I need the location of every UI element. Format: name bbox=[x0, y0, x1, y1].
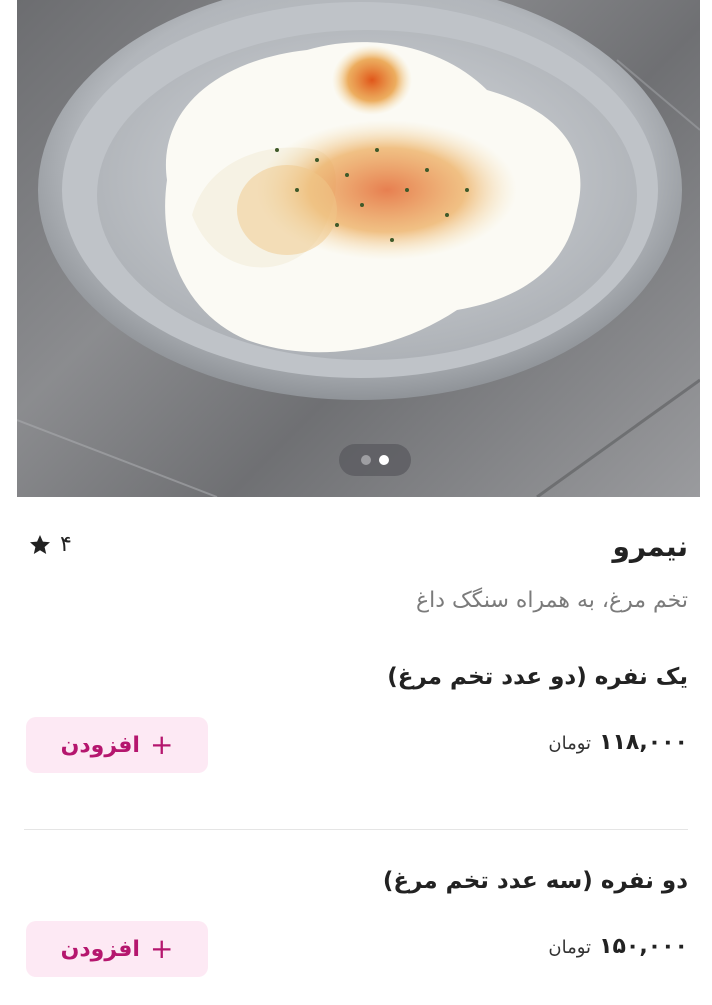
add-button-label: افزودن bbox=[60, 936, 140, 962]
price-currency: تومان bbox=[548, 733, 592, 754]
carousel-dot-2[interactable] bbox=[379, 455, 389, 465]
product-description: تخم مرغ، به همراه سنگک داغ bbox=[415, 588, 688, 613]
plus-icon: + bbox=[149, 728, 174, 761]
option-price: ۱۵۰,۰۰۰ تومان bbox=[548, 934, 688, 959]
product-rating: ۴ bbox=[28, 532, 72, 557]
price-amount: ۱۱۸,۰۰۰ bbox=[599, 730, 688, 755]
add-button-label: افزودن bbox=[60, 732, 140, 758]
product-title: نیمرو bbox=[612, 530, 688, 563]
product-image bbox=[17, 0, 700, 497]
price-currency: تومان bbox=[548, 937, 592, 958]
star-icon bbox=[30, 534, 50, 554]
option-name: یک نفره (دو عدد تخم مرغ) bbox=[387, 664, 688, 690]
price-amount: ۱۵۰,۰۰۰ bbox=[599, 934, 688, 959]
option-price: ۱۱۸,۰۰۰ تومان bbox=[548, 730, 688, 755]
divider bbox=[24, 829, 688, 830]
add-button[interactable]: + افزودن bbox=[26, 921, 208, 977]
carousel-dot-1[interactable] bbox=[361, 455, 371, 465]
plus-icon: + bbox=[149, 932, 174, 965]
product-image-carousel[interactable] bbox=[17, 0, 700, 497]
add-button[interactable]: + افزودن bbox=[26, 717, 208, 773]
option-name: دو نفره (سه عدد تخم مرغ) bbox=[382, 868, 688, 894]
rating-value: ۴ bbox=[60, 532, 72, 557]
carousel-pagination[interactable] bbox=[339, 444, 411, 476]
